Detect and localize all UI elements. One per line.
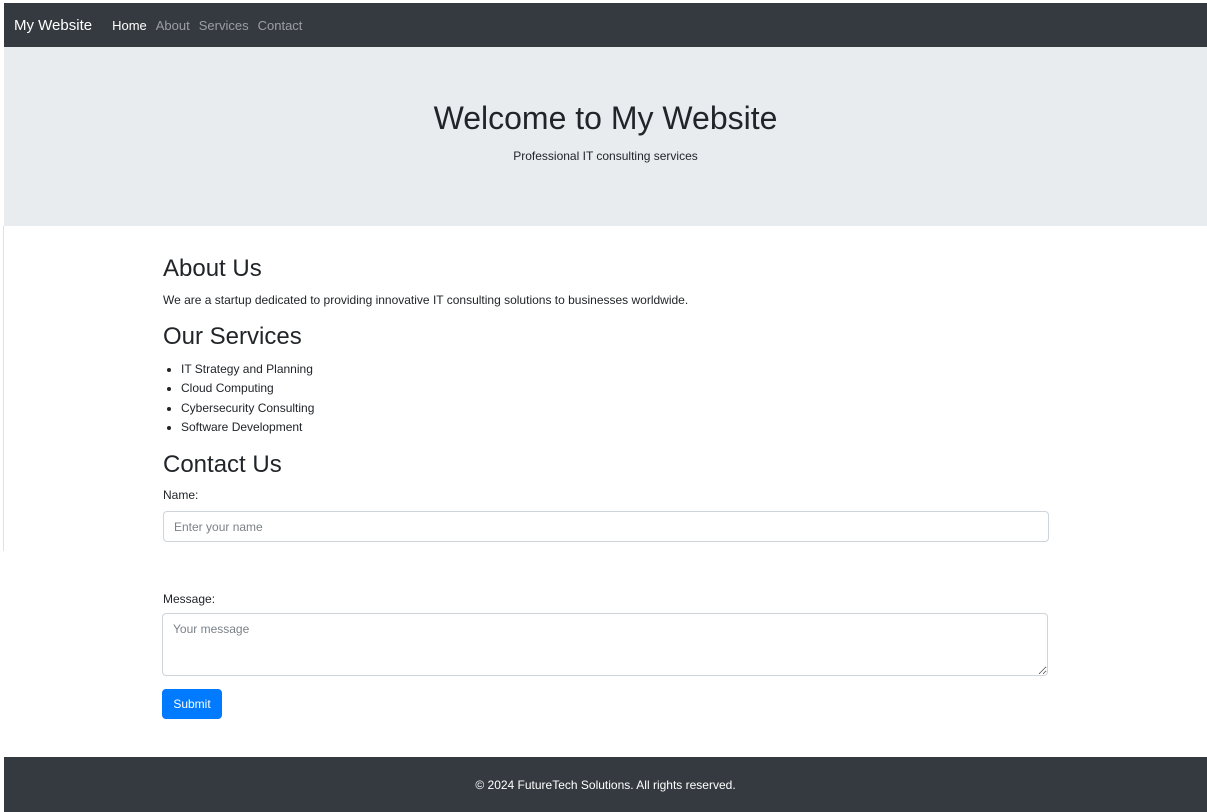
- brand-link[interactable]: My Website: [14, 17, 92, 34]
- content-left-border: [3, 226, 4, 551]
- footer: © 2024 FutureTech Solutions. All rights …: [4, 757, 1207, 812]
- about-text: We are a startup dedicated to providing …: [163, 293, 689, 307]
- service-item: IT Strategy and Planning: [181, 360, 314, 379]
- nav-link-home[interactable]: Home: [112, 18, 147, 33]
- nav-link-services[interactable]: Services: [199, 18, 249, 33]
- nav-link-contact[interactable]: Contact: [258, 18, 303, 33]
- services-list: IT Strategy and Planning Cloud Computing…: [163, 360, 314, 437]
- name-input[interactable]: [163, 511, 1049, 542]
- contact-title: Contact Us: [163, 451, 282, 478]
- name-label: Name:: [163, 488, 199, 502]
- hero-title: Welcome to My Website: [433, 100, 778, 136]
- service-item: Software Development: [181, 418, 314, 437]
- services-title: Our Services: [163, 323, 302, 350]
- message-label: Message:: [163, 592, 216, 606]
- about-title: About Us: [163, 255, 262, 282]
- hero-subtitle: Professional IT consulting services: [513, 149, 698, 163]
- message-textarea[interactable]: [162, 613, 1048, 676]
- nav-link-about[interactable]: About: [156, 18, 190, 33]
- service-item: Cybersecurity Consulting: [181, 399, 314, 418]
- navbar: My Website Home About Services Contact: [4, 3, 1207, 47]
- service-item: Cloud Computing: [181, 379, 314, 398]
- hero-banner: Welcome to My Website Professional IT co…: [4, 47, 1207, 226]
- footer-text: © 2024 FutureTech Solutions. All rights …: [475, 777, 736, 792]
- submit-button[interactable]: Submit: [162, 689, 222, 719]
